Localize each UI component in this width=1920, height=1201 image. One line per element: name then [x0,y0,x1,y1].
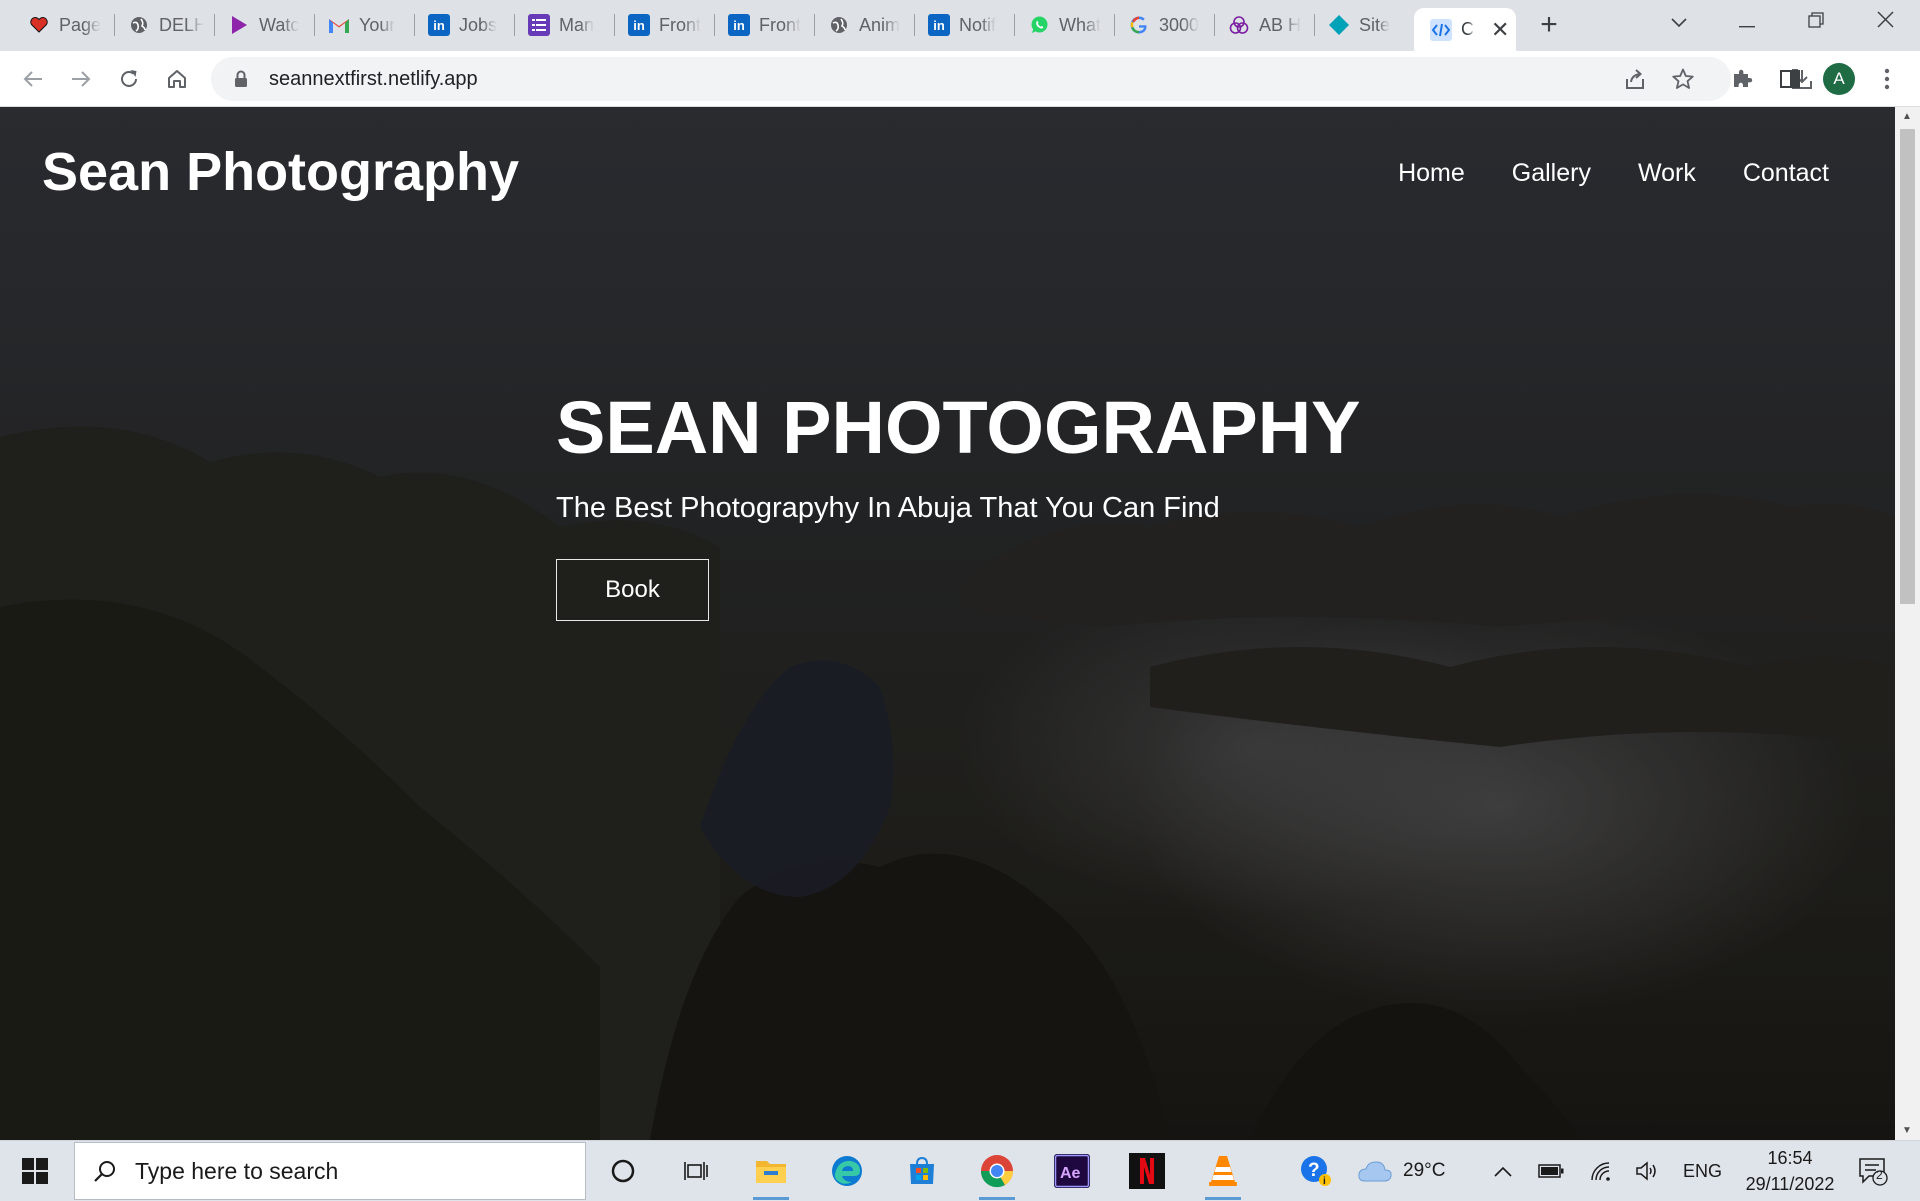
volume-icon[interactable] [1635,1141,1659,1201]
profile-avatar[interactable]: A [1823,63,1855,95]
address-bar[interactable]: seannextfirst.netlify.app [211,57,1812,101]
scroll-down-arrow-icon[interactable]: ▼ [1902,1125,1912,1136]
help-icon[interactable]: ? i [1296,1151,1336,1191]
browser-tab[interactable]: Page [14,8,114,42]
code-icon [1430,18,1452,41]
nav-link-contact[interactable]: Contact [1743,159,1829,188]
book-button[interactable]: Book [556,559,709,621]
linkedin-icon: in [628,14,650,36]
tab-strip: Page DELH Watc Your in Jobs Man in Front… [0,0,1920,51]
page-viewport: Sean Photography Home Gallery Work Conta… [0,107,1895,1140]
scrollbar-thumb[interactable] [1900,129,1915,604]
search-placeholder[interactable]: Type here to search [135,1158,338,1185]
notification-count-badge: 2 [1876,1168,1883,1182]
svg-text:?: ? [1308,1160,1320,1181]
clock-time: 16:54 [1767,1148,1813,1168]
forward-arrow-icon[interactable] [66,64,96,94]
reload-icon[interactable] [114,64,144,94]
svg-text:Ae: Ae [1060,1165,1081,1182]
battery-icon[interactable] [1538,1141,1564,1201]
browser-tab[interactable]: Man [514,8,614,42]
whatsapp-icon [1028,14,1050,36]
window-close-icon[interactable] [1865,4,1905,40]
cloud-icon [1357,1159,1393,1183]
hero-dark-overlay [0,107,1895,1140]
wifi-icon[interactable] [1589,1141,1613,1201]
svg-text:i: i [1323,1176,1326,1187]
browser-tab[interactable]: Anim [814,8,914,42]
notification-center-icon[interactable]: 2 [1857,1141,1889,1201]
minimize-icon[interactable] [1727,4,1767,40]
globe-icon [128,14,150,36]
diamond-icon [1328,14,1350,36]
close-icon[interactable]: ✕ [1491,18,1509,41]
knot-icon [1228,14,1250,36]
clock-date: 29/11/2022 [1745,1174,1835,1194]
nav-link-gallery[interactable]: Gallery [1512,159,1591,188]
heart-icon [28,14,50,36]
clock[interactable]: 16:54 29/11/2022 [1738,1141,1842,1201]
linkedin-icon: in [728,14,750,36]
windows-start-icon[interactable] [15,1151,55,1191]
lock-icon[interactable] [231,69,251,89]
browser-toolbar: seannextfirst.netlify.app A [0,51,1920,107]
list-icon [528,14,550,36]
edge-browser-icon[interactable] [827,1151,867,1191]
browser-tab[interactable]: 3000 [1114,8,1214,42]
back-arrow-icon[interactable] [18,64,48,94]
browser-tab[interactable]: Site [1314,8,1414,42]
home-icon[interactable] [162,64,192,94]
browser-tab[interactable]: in Notif [914,8,1014,42]
search-icon [93,1159,117,1183]
browser-tab[interactable]: Watc [214,8,314,42]
tab-search-chevron-icon[interactable] [1659,4,1699,40]
windows-taskbar: Type here to search Ae ? i 29°C ENG 16:5… [0,1140,1920,1201]
scroll-up-arrow-icon[interactable]: ▲ [1902,111,1912,122]
weather-widget[interactable]: 29°C [1357,1141,1445,1201]
input-language[interactable]: ENG [1683,1141,1722,1201]
file-explorer-icon[interactable] [751,1151,791,1200]
new-tab-button[interactable]: + [1533,10,1565,42]
weather-temperature: 29°C [1403,1160,1446,1181]
browser-tab-active[interactable]: C ✕ [1414,8,1516,51]
browser-tab[interactable]: in Front [614,8,714,42]
cortana-icon[interactable] [603,1151,643,1191]
site-nav: Home Gallery Work Contact [1398,159,1829,188]
google-icon [1128,14,1150,36]
browser-tab[interactable]: in Jobs [414,8,514,42]
linkedin-icon: in [928,14,950,36]
browser-tab[interactable]: What [1014,8,1114,42]
hero-title: SEAN PHOTOGRAPHY [556,386,1361,469]
url-text[interactable]: seannextfirst.netlify.app [269,68,478,91]
nav-link-work[interactable]: Work [1638,159,1696,188]
browser-tab[interactable]: DELH [114,8,214,42]
hero-background-image [0,107,1895,1140]
share-icon[interactable] [1620,64,1650,94]
browser-tab[interactable]: Your [314,8,414,42]
menu-kebab-icon[interactable] [1872,64,1902,94]
hero-subtitle: The Best Photograpyhy In Abuja That You … [556,492,1220,524]
play-icon [228,14,250,36]
microsoft-store-icon[interactable] [902,1151,942,1191]
browser-tab[interactable]: AB H [1214,8,1314,42]
browser-tab[interactable]: in Front [714,8,814,42]
globe-icon [828,14,850,36]
extensions-puzzle-icon[interactable] [1727,64,1757,94]
nav-link-home[interactable]: Home [1398,159,1465,188]
netflix-icon[interactable] [1127,1151,1167,1191]
bookmark-star-icon[interactable] [1668,64,1698,94]
linkedin-icon: in [428,14,450,36]
site-logo[interactable]: Sean Photography [42,141,519,203]
task-view-icon[interactable] [676,1151,716,1191]
chrome-browser-icon[interactable] [977,1151,1017,1200]
side-panel-icon[interactable] [1775,64,1805,94]
show-hidden-icons-chevron-icon[interactable] [1494,1141,1512,1201]
gmail-icon [328,14,350,36]
after-effects-icon[interactable]: Ae [1052,1151,1092,1191]
restore-icon[interactable] [1796,4,1836,40]
taskbar-search-box[interactable]: Type here to search [74,1142,586,1200]
page-scrollbar[interactable]: ▲ ▼ [1895,107,1920,1140]
vlc-player-icon[interactable] [1203,1151,1243,1200]
